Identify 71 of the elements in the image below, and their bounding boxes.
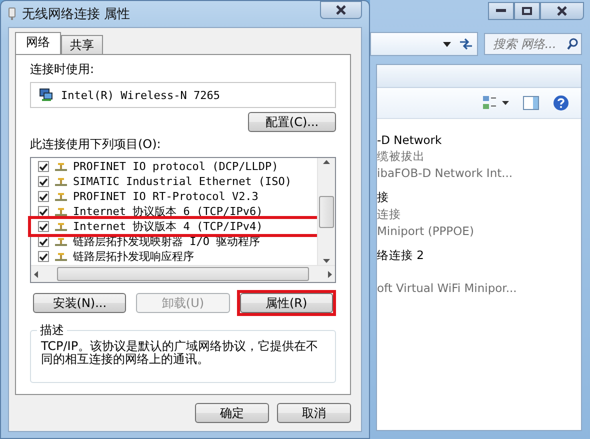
list-item[interactable]: SIMATIC Industrial Ethernet (ISO) xyxy=(31,174,317,189)
item-label: SIMATIC Industrial Ethernet (ISO) xyxy=(73,175,292,188)
close-icon xyxy=(556,6,568,16)
network-protocol-icon xyxy=(54,162,68,172)
network-protocol-icon xyxy=(54,222,68,232)
connection-device: Miniport (PPPOE) xyxy=(377,224,475,238)
search-icon xyxy=(567,38,578,50)
checkbox[interactable] xyxy=(38,236,49,247)
checkbox[interactable] xyxy=(38,251,49,262)
scroll-left-icon[interactable] xyxy=(34,270,38,278)
connection-status: 连接 xyxy=(377,207,402,222)
window-title: 无线网络连接 属性 xyxy=(22,6,132,23)
list-item[interactable]: PROFINET IO protocol (DCP/LLDP) xyxy=(31,159,317,174)
tab[interactable]: 网络 xyxy=(15,32,61,54)
item-label: PROFINET IO RT-Protocol V2.3 xyxy=(73,190,258,203)
address-bar[interactable] xyxy=(370,32,478,56)
section-label: 此连接使用下列项目(O): xyxy=(30,136,162,153)
minimize-icon xyxy=(496,9,506,13)
maximize-icon xyxy=(522,7,532,15)
configure-button[interactable]: 配置(C)... xyxy=(248,112,336,132)
horizontal-scrollbar[interactable] xyxy=(31,265,335,282)
section-label: 连接时使用: xyxy=(30,61,96,78)
item-label: Internet 协议版本 4 (TCP/IPv4) xyxy=(73,219,263,234)
connection-name: 接 xyxy=(377,190,390,205)
preview-pane-icon[interactable] xyxy=(523,96,539,110)
help-icon[interactable] xyxy=(553,95,569,111)
scroll-down-icon[interactable] xyxy=(323,259,330,263)
connection-device: oft Virtual WiFi Minipor... xyxy=(377,281,518,295)
network-protocol-icon xyxy=(54,206,68,216)
window-icon xyxy=(8,7,16,21)
network-protocol-icon xyxy=(54,252,68,262)
minimize-button[interactable] xyxy=(488,2,514,20)
checkbox[interactable] xyxy=(38,206,49,217)
connection-device: ibaFOB-D Network Int... xyxy=(377,166,514,180)
item-button[interactable]: 属性(R) xyxy=(240,293,333,313)
description-text: TCP/IP。该协议是默认的广域网络协议，它提供在不同的相互连接的网络上的通讯。 xyxy=(41,340,320,366)
list-item[interactable]: Internet 协议版本 4 (TCP/IPv4) xyxy=(31,219,317,234)
checkbox[interactable] xyxy=(38,221,49,232)
refresh-icon[interactable] xyxy=(459,38,473,50)
connection-status: 缆被拔出 xyxy=(377,149,426,164)
list-item[interactable]: PROFINET IO RT-Protocol V2.3 xyxy=(31,189,317,204)
connection-name: 络连接 2 xyxy=(377,248,425,263)
checkbox[interactable] xyxy=(38,161,49,172)
vertical-scrollbar[interactable] xyxy=(317,158,335,265)
dialog-button[interactable]: 确定 xyxy=(195,403,269,423)
item-label: 链路层拓扑发现响应程序 xyxy=(73,249,194,264)
connection-name: -D Network xyxy=(377,133,443,147)
adapter-name: Intel(R) Wireless-N 7265 xyxy=(61,88,220,102)
group-label: 描述 xyxy=(37,322,67,339)
dropdown-arrow-icon xyxy=(443,42,451,46)
tab[interactable]: 共享 xyxy=(61,35,103,54)
view-options-icon[interactable] xyxy=(483,96,509,110)
list-item[interactable]: 链路层拓扑发现响应程序 xyxy=(31,249,317,264)
network-protocol-icon xyxy=(54,176,68,186)
network-protocol-icon xyxy=(54,236,68,246)
maximize-button[interactable] xyxy=(514,2,540,20)
list-item[interactable]: Internet 协议版本 6 (TCP/IPv6) xyxy=(31,204,317,219)
search-field[interactable]: 搜索 网络... xyxy=(484,33,582,55)
scroll-right-icon[interactable] xyxy=(328,270,332,278)
scroll-up-icon[interactable] xyxy=(323,160,330,164)
close-button[interactable] xyxy=(540,2,584,20)
checkbox[interactable] xyxy=(38,176,49,187)
item-label: PROFINET IO protocol (DCP/LLDP) xyxy=(73,160,278,173)
close-button[interactable] xyxy=(320,1,362,19)
item-label: Internet 协议版本 6 (TCP/IPv6) xyxy=(73,204,263,219)
dialog-button[interactable]: 取消 xyxy=(277,403,351,423)
close-icon xyxy=(335,5,347,15)
checkbox[interactable] xyxy=(38,191,49,202)
network-protocol-icon xyxy=(54,192,68,202)
network-adapter-icon xyxy=(39,88,53,102)
item-button[interactable]: 安装(N)... xyxy=(33,293,126,313)
